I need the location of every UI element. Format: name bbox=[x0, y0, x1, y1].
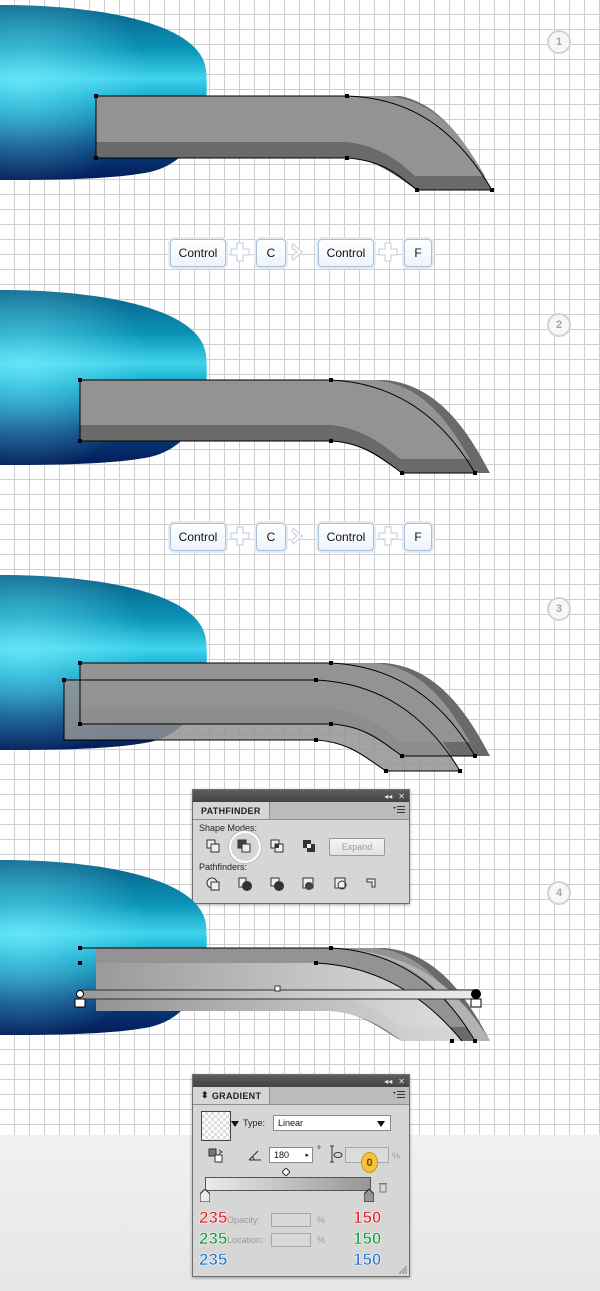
plus-icon bbox=[378, 242, 398, 262]
step1-illustration bbox=[0, 5, 494, 192]
panel-tab-bar: ⬍ GRADIENT bbox=[193, 1087, 409, 1105]
opacity-label: Opacity: bbox=[227, 1215, 261, 1225]
gradient-origin-handle[interactable] bbox=[76, 990, 84, 998]
trash-icon[interactable] bbox=[378, 1181, 388, 1193]
key-control: Control bbox=[170, 523, 226, 551]
panel-tab-bar: PATHFINDER bbox=[193, 802, 409, 820]
key-c: C bbox=[256, 523, 286, 551]
tab-gradient[interactable]: ⬍ GRADIENT bbox=[193, 1087, 271, 1104]
angle-input[interactable]: 180 ▸ bbox=[269, 1147, 313, 1163]
type-select[interactable]: Linear bbox=[273, 1115, 391, 1131]
gradient-swatch[interactable] bbox=[201, 1111, 231, 1141]
gradient-stop-right-icon[interactable] bbox=[364, 1189, 374, 1202]
intersect-icon[interactable] bbox=[269, 838, 285, 854]
key-c: C bbox=[256, 239, 286, 267]
key-control: Control bbox=[318, 239, 374, 267]
panel-menu-icon[interactable] bbox=[393, 1090, 405, 1100]
plus-icon bbox=[230, 242, 250, 262]
collapse-icon[interactable]: ◂◂ bbox=[384, 792, 392, 801]
minus-front-icon[interactable] bbox=[236, 838, 252, 854]
gradient-stop-left-icon[interactable] bbox=[200, 1189, 210, 1202]
step2-illustration bbox=[0, 290, 490, 475]
tab-pathfinder[interactable]: PATHFINDER bbox=[193, 802, 270, 819]
degree-symbol: ° bbox=[317, 1145, 321, 1156]
left-stop-red-value: 235 bbox=[199, 1208, 228, 1228]
right-stop-green-value: 150 bbox=[353, 1229, 382, 1249]
angle-value: 180 bbox=[274, 1150, 290, 1160]
step4-illustration bbox=[0, 860, 490, 1043]
type-select-value: Linear bbox=[278, 1118, 304, 1128]
key-control: Control bbox=[170, 239, 226, 267]
chevron-down-icon bbox=[377, 1121, 385, 1127]
right-stop-blue-value: 150 bbox=[353, 1250, 382, 1270]
percent-label: % bbox=[392, 1151, 401, 1161]
resize-grip-icon[interactable] bbox=[399, 1266, 407, 1274]
plus-icon bbox=[230, 526, 250, 546]
panel-menu-icon[interactable] bbox=[393, 805, 405, 815]
left-stop-blue-value: 235 bbox=[199, 1250, 228, 1270]
expand-button[interactable]: Expand bbox=[329, 838, 385, 856]
panel-title-bar[interactable]: ◂◂ ✕ bbox=[193, 1075, 409, 1087]
location-input[interactable] bbox=[271, 1233, 311, 1247]
tab-gradient-label: GRADIENT bbox=[211, 1090, 262, 1101]
gradient-panel: ◂◂ ✕ ⬍ GRADIENT Type: Linear 180 ▸ ° 0 % O… bbox=[192, 1074, 410, 1277]
gradient-stop-left[interactable] bbox=[74, 998, 86, 1008]
gradient-slider[interactable] bbox=[205, 1177, 371, 1191]
close-icon[interactable]: ✕ bbox=[398, 792, 405, 801]
chevron-right-icon bbox=[291, 242, 304, 262]
step3-illustration bbox=[0, 575, 490, 773]
panel-title-bar[interactable]: ◂◂ ✕ bbox=[193, 790, 409, 802]
gradient-stop-right[interactable] bbox=[470, 998, 482, 1008]
collapse-icon[interactable]: ◂◂ bbox=[384, 1077, 392, 1086]
chevron-right-icon bbox=[291, 526, 304, 546]
expand-arrows-icon: ⬍ bbox=[201, 1090, 209, 1100]
percent-label: % bbox=[317, 1215, 326, 1225]
percent-label: % bbox=[317, 1235, 326, 1245]
left-stop-green-value: 235 bbox=[199, 1229, 228, 1249]
angle-icon bbox=[248, 1150, 261, 1161]
gradient-midpoint[interactable] bbox=[274, 985, 281, 992]
midpoint-diamond-icon[interactable] bbox=[282, 1168, 290, 1176]
location-label: Location: bbox=[227, 1235, 264, 1245]
right-stop-red-value: 150 bbox=[353, 1208, 382, 1228]
type-label: Type: bbox=[243, 1118, 266, 1128]
unite-icon[interactable] bbox=[205, 838, 221, 854]
close-icon[interactable]: ✕ bbox=[398, 1077, 405, 1086]
gradient-end-handle[interactable] bbox=[471, 989, 481, 999]
plus-icon bbox=[378, 526, 398, 546]
aspect-ratio-icon bbox=[330, 1145, 343, 1163]
opacity-input[interactable] bbox=[271, 1213, 311, 1227]
reverse-gradient-icon[interactable] bbox=[207, 1147, 225, 1165]
key-control: Control bbox=[318, 523, 374, 551]
chevron-down-icon[interactable] bbox=[231, 1121, 239, 1127]
step-marker-badge: 0 bbox=[361, 1152, 378, 1173]
key-f: F bbox=[404, 239, 432, 267]
exclude-icon[interactable] bbox=[301, 838, 317, 854]
stepper-arrow-icon[interactable]: ▸ bbox=[305, 1151, 309, 1159]
key-f: F bbox=[404, 523, 432, 551]
